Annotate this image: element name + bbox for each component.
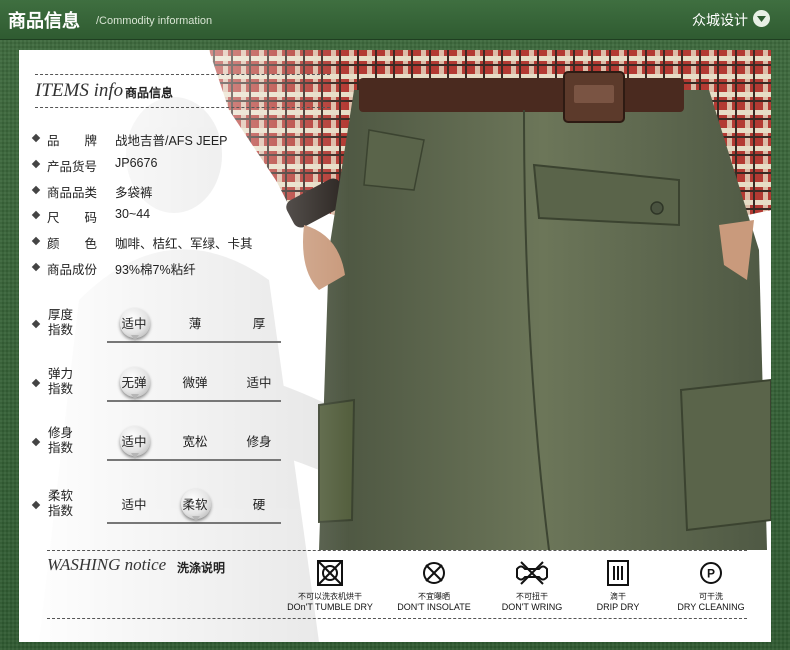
attribute-label: 柔软指数 [48, 488, 74, 518]
attribute-label: 修身指数 [48, 425, 74, 455]
care-item-no-tumble-dry: 不可以洗衣机烘干 DOn'T TUMBLE DRY [280, 560, 380, 612]
attribute-label: 弹力指数 [48, 366, 74, 396]
no-wring-icon [516, 561, 548, 585]
spec-value: 咖啡、桔红、军绿、卡其 [115, 237, 253, 251]
care-label-en: DRIP DRY [596, 602, 640, 612]
spec-key: 尺 码 [47, 210, 98, 225]
care-label-cn: 不宜曝晒 [418, 592, 450, 601]
section-title: 商品信息 [8, 11, 80, 32]
no-tumble-dry-icon [317, 560, 343, 586]
section-subtitle: /Commodity information [96, 15, 213, 27]
items-info-header: ITEMS info 商品信息 [35, 74, 330, 108]
items-info-title: ITEMS info [35, 80, 124, 101]
product-info-panel: ITEMS info 商品信息 品 牌 战地吉普/AFS JEEP 产品货号 J… [19, 50, 771, 642]
care-label-cn: 滴干 [610, 592, 626, 601]
care-item-dry-cleaning: P 可干洗 DRY CLEANING [661, 560, 761, 612]
svg-text:P: P [707, 567, 715, 581]
spec-key: 商品品类 [47, 185, 98, 200]
attribute-scale-line [107, 459, 281, 461]
section-header: 商品信息 /Commodity information 众城设计 [0, 0, 790, 40]
care-label-en: DRY CLEANING [677, 602, 745, 612]
attribute-option: 微弹 [182, 375, 208, 390]
care-label-cn: 可干洗 [699, 592, 723, 601]
attribute-option: 修身 [246, 434, 272, 449]
attribute-scale-line [107, 522, 281, 524]
attribute-option: 硬 [252, 497, 266, 512]
attribute-scale-line [107, 341, 281, 343]
care-label-cn: 不可以洗衣机烘干 [298, 592, 362, 601]
spec-value: JP6676 [115, 156, 158, 170]
divider [47, 618, 747, 619]
attribute-thickness: 厚度指数 适中 薄 厚 [31, 307, 303, 347]
spec-value: 93%棉7%粘纤 [115, 263, 196, 277]
attribute-option: 适中 [246, 375, 272, 390]
attribute-option: 薄 [188, 316, 202, 331]
attribute-option: 柔软 [182, 497, 208, 512]
spec-key: 品 牌 [47, 133, 98, 148]
spec-key: 颜 色 [47, 236, 98, 251]
no-insolate-icon [423, 562, 445, 584]
attribute-scale-line [107, 400, 281, 402]
items-info-title-cn: 商品信息 [125, 86, 174, 100]
care-label-en: DON'T INSOLATE [397, 602, 471, 612]
chevron-down-circle-icon[interactable] [753, 10, 770, 27]
diamond-bullet-icon [31, 500, 41, 510]
attribute-softness: 柔软指数 适中 柔软 硬 [31, 488, 303, 528]
diamond-bullet-icon [31, 378, 41, 388]
care-label-cn: 不可扭干 [516, 592, 548, 601]
dry-cleaning-icon: P [700, 562, 722, 584]
attribute-option: 宽松 [182, 434, 208, 449]
attribute-option: 适中 [121, 316, 147, 331]
drip-dry-icon [607, 560, 629, 586]
care-label-en: DOn'T TUMBLE DRY [287, 602, 373, 612]
washing-notice-title-cn: 洗涤说明 [177, 561, 226, 575]
care-item-no-wring: 不可扭干 DON'T WRING [482, 560, 582, 612]
care-item-drip-dry: 滴干 DRIP DRY [568, 560, 668, 612]
washing-notice-title: WASHING notice [47, 555, 167, 574]
attribute-option: 适中 [121, 497, 147, 512]
spec-key: 产品货号 [47, 159, 98, 174]
spec-value: 30~44 [115, 207, 151, 221]
attribute-option: 厚 [252, 316, 266, 331]
spec-value: 多袋裤 [115, 186, 153, 200]
attribute-option: 适中 [121, 434, 147, 449]
care-item-no-insolate: 不宜曝晒 DON'T INSOLATE [384, 560, 484, 612]
spec-key: 商品成份 [47, 262, 98, 277]
attribute-elasticity: 弹力指数 无弹 微弹 适中 [31, 366, 303, 406]
brand-link[interactable]: 众城设计 [692, 10, 748, 30]
diamond-bullet-icon [31, 319, 41, 329]
attribute-label: 厚度指数 [48, 307, 74, 337]
spec-value: 战地吉普/AFS JEEP [115, 134, 228, 148]
diamond-bullet-icon [31, 437, 41, 447]
care-label-en: DON'T WRING [501, 602, 563, 612]
attribute-fit: 修身指数 适中 宽松 修身 [31, 425, 303, 465]
attribute-option: 无弹 [121, 375, 147, 390]
